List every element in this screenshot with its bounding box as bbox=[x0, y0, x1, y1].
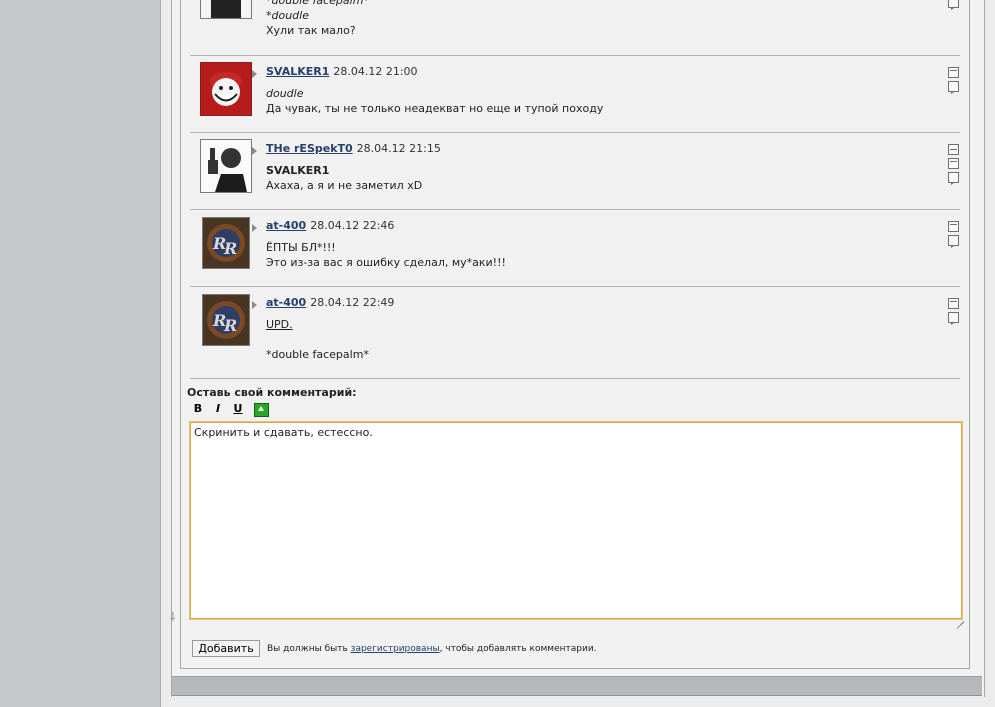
mail-icon[interactable] bbox=[948, 158, 959, 169]
svg-text:R: R bbox=[223, 316, 237, 335]
avatar-pointer-icon bbox=[252, 147, 257, 155]
comment-date: 28.04.12 22:46 bbox=[310, 219, 395, 232]
comment-text: *double facepalm* bbox=[266, 0, 369, 7]
add-comment-button[interactable]: Добавить bbox=[192, 640, 260, 657]
comment-item: RR at-400 28.04.12 22:46 ЁПТЫ БЛ*!!! Это … bbox=[190, 210, 960, 287]
comment-date: 28.04.12 22:49 bbox=[310, 296, 395, 309]
insert-image-icon[interactable] bbox=[254, 403, 269, 417]
reply-icon[interactable] bbox=[948, 312, 959, 325]
reply-icon[interactable] bbox=[948, 235, 959, 248]
registration-notice: Вы должны быть зарегистрированы, чтобы д… bbox=[267, 644, 597, 654]
reply-icon[interactable] bbox=[948, 172, 959, 185]
register-link[interactable]: зарегистрированы bbox=[351, 644, 440, 654]
svg-text:R: R bbox=[223, 239, 237, 258]
avatar[interactable]: RR bbox=[202, 217, 250, 269]
resize-grip-icon[interactable] bbox=[956, 614, 964, 622]
reply-icon[interactable] bbox=[948, 81, 959, 94]
comment-text: UPD. bbox=[266, 318, 293, 331]
comment-author-link[interactable]: THe rESpekT0 bbox=[266, 142, 353, 155]
comment-text: Да чувак, ты не только неадекват но еще … bbox=[266, 102, 604, 115]
comment-quote: *doudle bbox=[266, 9, 309, 22]
reply-icon[interactable] bbox=[948, 0, 959, 10]
avatar[interactable] bbox=[200, 139, 252, 193]
comment-quote: SVALKER1 bbox=[266, 164, 330, 177]
comment-item: *double facepalm* *doudle Хули так мало? bbox=[190, 0, 960, 56]
avatar[interactable] bbox=[200, 62, 252, 116]
comment-date: 28.04.12 21:15 bbox=[356, 142, 441, 155]
microphone-icon: ⸸ bbox=[170, 610, 176, 624]
comment-author-link[interactable]: SVALKER1 bbox=[266, 65, 329, 78]
avatar[interactable]: RR bbox=[202, 294, 250, 346]
comment-text: *double facepalm* bbox=[266, 348, 369, 361]
underline-button[interactable]: U bbox=[231, 402, 245, 416]
avatar-pointer-icon bbox=[252, 70, 257, 78]
comment-textarea[interactable]: Скринить и сдавать, естессно. bbox=[190, 422, 962, 619]
comment-text: Это из-за вас я ошибку сделал, му*аки!!! bbox=[266, 256, 506, 269]
quote-icon[interactable] bbox=[948, 144, 959, 155]
mail-icon[interactable] bbox=[948, 67, 959, 78]
avatar-pointer-icon bbox=[252, 224, 257, 232]
comment-separator bbox=[190, 378, 960, 379]
comment-text: ЁПТЫ БЛ*!!! bbox=[266, 241, 336, 254]
comment-author-link[interactable]: at-400 bbox=[266, 219, 306, 232]
italic-button[interactable]: I bbox=[211, 402, 225, 416]
comment-item: THe rESpekT0 28.04.12 21:15 SVALKER1 Ахах… bbox=[190, 133, 960, 210]
avatar[interactable] bbox=[200, 0, 252, 19]
comment-item: SVALKER1 28.04.12 21:00 doudle Да чувак, … bbox=[190, 56, 960, 133]
comment-quote: doudle bbox=[266, 87, 304, 100]
notice-prefix: Вы должны быть bbox=[267, 644, 351, 654]
comment-date: 28.04.12 21:00 bbox=[333, 65, 418, 78]
comment-form-title: Оставь свой комментарий: bbox=[187, 386, 357, 399]
left-sidebar-background bbox=[0, 0, 160, 707]
comment-text: Хули так мало? bbox=[266, 24, 356, 37]
avatar-pointer-icon bbox=[252, 301, 257, 309]
comment-text: Ахаха, а я и не заметил xD bbox=[266, 179, 423, 192]
notice-suffix: , чтобы добавлять комментарии. bbox=[439, 644, 597, 654]
comment-item: RR at-400 28.04.12 22:49 UPD. *double fac… bbox=[190, 287, 960, 379]
comment-author-link[interactable]: at-400 bbox=[266, 296, 306, 309]
mail-icon[interactable] bbox=[948, 221, 959, 232]
panel-bottom-bar bbox=[172, 676, 982, 696]
mail-icon[interactable] bbox=[948, 298, 959, 309]
bold-button[interactable]: B bbox=[191, 402, 205, 416]
